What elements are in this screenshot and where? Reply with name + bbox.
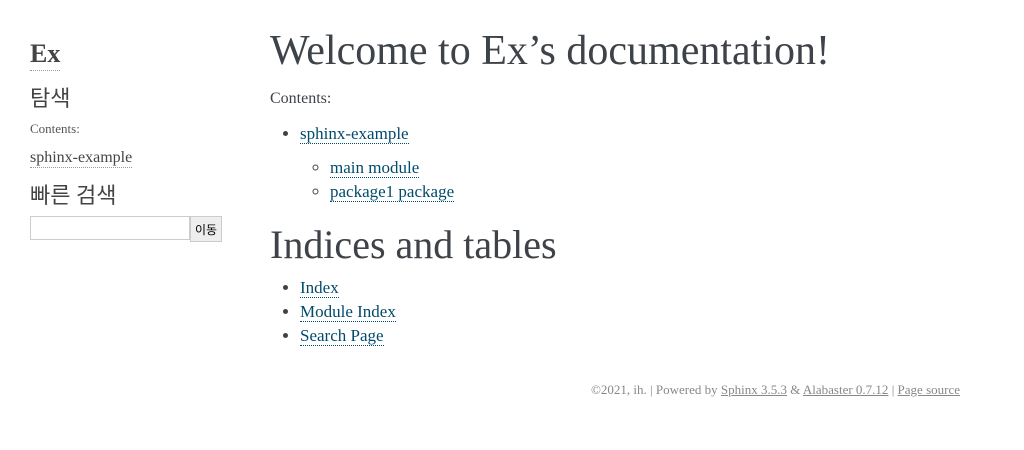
index-item: Index bbox=[300, 276, 960, 300]
page-title: Welcome to Ex’s documentation! bbox=[270, 28, 830, 74]
toc-link-package1[interactable]: package1 package bbox=[330, 182, 455, 202]
sidebar: Ex 탐색 Contents: sphinx-example 빠른 검색 이동 bbox=[30, 38, 240, 242]
sidebar-toc-link[interactable]: sphinx-example bbox=[30, 149, 133, 168]
toc-caption: Contents: bbox=[270, 90, 332, 107]
search-input[interactable] bbox=[30, 216, 190, 240]
footer: ©2021, ih. | Powered by Sphinx 3.5.3 & A… bbox=[591, 382, 960, 398]
toc-subitem: main module bbox=[330, 156, 960, 180]
search-go-button[interactable]: 이동 bbox=[190, 216, 223, 242]
indices-heading: Indices and tables bbox=[270, 222, 557, 267]
search-page-link[interactable]: Search Page bbox=[300, 326, 384, 346]
index-item: Search Page bbox=[300, 324, 960, 348]
module-index-link[interactable]: Module Index bbox=[300, 302, 396, 322]
footer-text: & bbox=[786, 382, 803, 397]
toc-subitem: package1 package bbox=[330, 180, 960, 204]
quick-search-heading: 빠른 검색 bbox=[30, 183, 117, 208]
footer-text: | bbox=[888, 382, 898, 397]
sphinx-link[interactable]: Sphinx 3.5.3 bbox=[721, 382, 787, 397]
main-content: Welcome to Ex’s documentation! Contents:… bbox=[270, 26, 960, 348]
footer-text: | Powered by bbox=[646, 382, 721, 397]
project-logo-link[interactable]: Ex bbox=[30, 38, 61, 71]
page-source-link[interactable]: Page source bbox=[898, 382, 960, 397]
copyright: ©2021, ih. bbox=[591, 382, 647, 397]
alabaster-link[interactable]: Alabaster 0.7.12 bbox=[803, 382, 889, 397]
indices-list: Index Module Index Search Page bbox=[270, 276, 960, 348]
toc-list: sphinx-example main module package1 pack… bbox=[270, 122, 960, 204]
search-form: 이동 bbox=[30, 216, 240, 242]
toc-link-main-module[interactable]: main module bbox=[330, 158, 420, 178]
index-link[interactable]: Index bbox=[300, 278, 339, 298]
contents-caption: Contents: bbox=[30, 121, 80, 136]
index-item: Module Index bbox=[300, 300, 960, 324]
navigation-heading: 탐색 bbox=[30, 86, 71, 111]
toc-link-sphinx-example[interactable]: sphinx-example bbox=[300, 124, 409, 144]
toc-item: sphinx-example main module package1 pack… bbox=[300, 122, 960, 204]
